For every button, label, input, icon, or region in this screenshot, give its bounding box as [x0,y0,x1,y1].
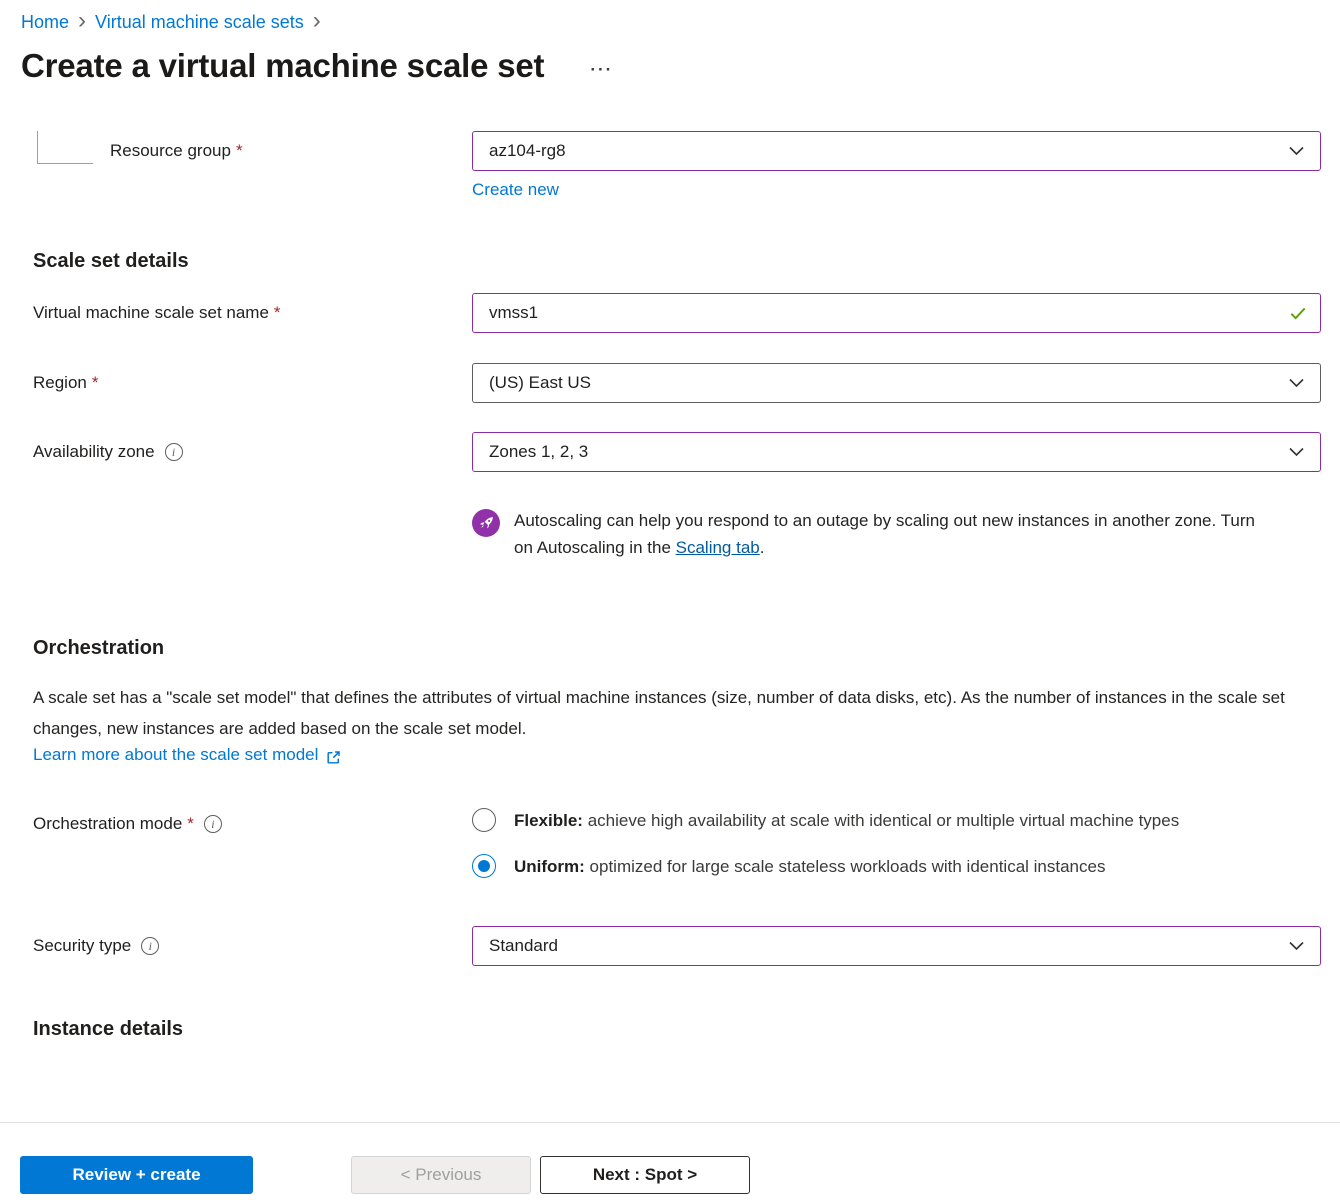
vmss-name-input[interactable] [472,293,1321,333]
vmss-name-label: Virtual machine scale set name * [33,303,472,323]
callout-text: Autoscaling can help you respond to an o… [514,507,1262,561]
resource-group-select[interactable]: az104-rg8 [472,131,1321,171]
title-row: Create a virtual machine scale set ··· [21,47,1340,85]
orchestration-mode-row: Orchestration mode * i Flexible: achieve… [0,805,1340,882]
selected-value: Standard [489,936,558,956]
resource-group-label-text: Resource group [110,141,231,161]
radio-uniform-label: Uniform: optimized for large scale state… [514,851,1274,882]
vmss-name-row: Virtual machine scale set name * [0,293,1340,333]
radio-uniform-description: optimized for large scale stateless work… [585,857,1106,876]
create-new-link[interactable]: Create new [472,180,559,200]
tree-indent-line [37,131,93,164]
security-type-label-text: Security type [33,936,131,956]
selected-value: Zones 1, 2, 3 [489,442,588,462]
callout-text-line: Autoscaling can help you respond to an o… [514,511,1255,557]
radio-flexible-name: Flexible: [514,811,583,830]
info-icon[interactable]: i [141,937,159,955]
review-create-button[interactable]: Review + create [20,1156,253,1194]
selected-value: az104-rg8 [489,141,566,161]
chevron-right-icon: › [313,12,321,30]
availability-zone-label-text: Availability zone [33,442,155,462]
orchestration-mode-options: Flexible: achieve high availability at s… [472,805,1321,882]
required-asterisk: * [187,814,194,834]
availability-zone-select[interactable]: Zones 1, 2, 3 [472,432,1321,472]
security-type-select[interactable]: Standard [472,926,1321,966]
rocket-icon [472,509,500,537]
section-heading-orchestration: Orchestration [0,637,1340,660]
resource-group-label: Resource group * [110,131,472,171]
chevron-down-icon [1289,146,1304,156]
section-heading-instance-details: Instance details [0,1018,1340,1041]
external-link-icon [325,749,342,766]
page-title: Create a virtual machine scale set [21,47,544,85]
radio-uniform-name: Uniform: [514,857,585,876]
info-icon[interactable]: i [204,815,222,833]
radio-flexible-label: Flexible: achieve high availability at s… [514,805,1274,836]
radio-button-selected-icon[interactable] [472,854,496,878]
autoscaling-callout: Autoscaling can help you respond to an o… [472,507,1272,561]
section-heading-scale-set-details: Scale set details [0,250,1340,273]
scaling-tab-link[interactable]: Scaling tab [676,538,760,557]
more-options-button[interactable]: ··· [590,60,613,80]
chevron-right-icon: › [78,12,86,30]
region-row: Region * (US) East US [0,363,1340,403]
required-asterisk: * [274,303,281,323]
chevron-down-icon [1289,378,1304,388]
next-spot-button[interactable]: Next : Spot > [540,1156,750,1194]
previous-button[interactable]: < Previous [351,1156,531,1194]
info-icon[interactable]: i [165,443,183,461]
vmss-name-label-text: Virtual machine scale set name [33,303,269,323]
radio-flexible[interactable]: Flexible: achieve high availability at s… [472,805,1321,836]
learn-more-link[interactable]: Learn more about the scale set model [33,745,318,765]
footer: Review + create < Previous Next : Spot > [0,1122,1340,1202]
callout-text-suffix: . [760,538,765,557]
breadcrumb-link-home[interactable]: Home [21,12,69,33]
required-asterisk: * [236,141,243,161]
availability-zone-label: Availability zone i [33,442,472,462]
selected-value: (US) East US [489,373,591,393]
resource-group-row: Resource group * az104-rg8 Create new [0,131,1340,200]
learn-more-row: Learn more about the scale set model [33,745,1340,765]
orchestration-mode-label-text: Orchestration mode [33,814,182,834]
valid-check-icon [1288,303,1308,323]
security-type-row: Security type i Standard [0,926,1340,966]
breadcrumb: Home › Virtual machine scale sets › [21,12,1340,33]
orchestration-mode-label: Orchestration mode * i [33,805,472,834]
availability-zone-row: Availability zone i Zones 1, 2, 3 [0,432,1340,472]
breadcrumb-link-vmss[interactable]: Virtual machine scale sets [95,12,304,33]
radio-uniform[interactable]: Uniform: optimized for large scale state… [472,851,1321,882]
radio-button-icon[interactable] [472,808,496,832]
chevron-down-icon [1289,447,1304,457]
security-type-label: Security type i [33,936,472,956]
required-asterisk: * [92,373,99,393]
region-label: Region * [33,373,472,393]
chevron-down-icon [1289,941,1304,951]
orchestration-description: A scale set has a "scale set model" that… [33,682,1325,744]
radio-flexible-description: achieve high availability at scale with … [583,811,1179,830]
region-select[interactable]: (US) East US [472,363,1321,403]
region-label-text: Region [33,373,87,393]
